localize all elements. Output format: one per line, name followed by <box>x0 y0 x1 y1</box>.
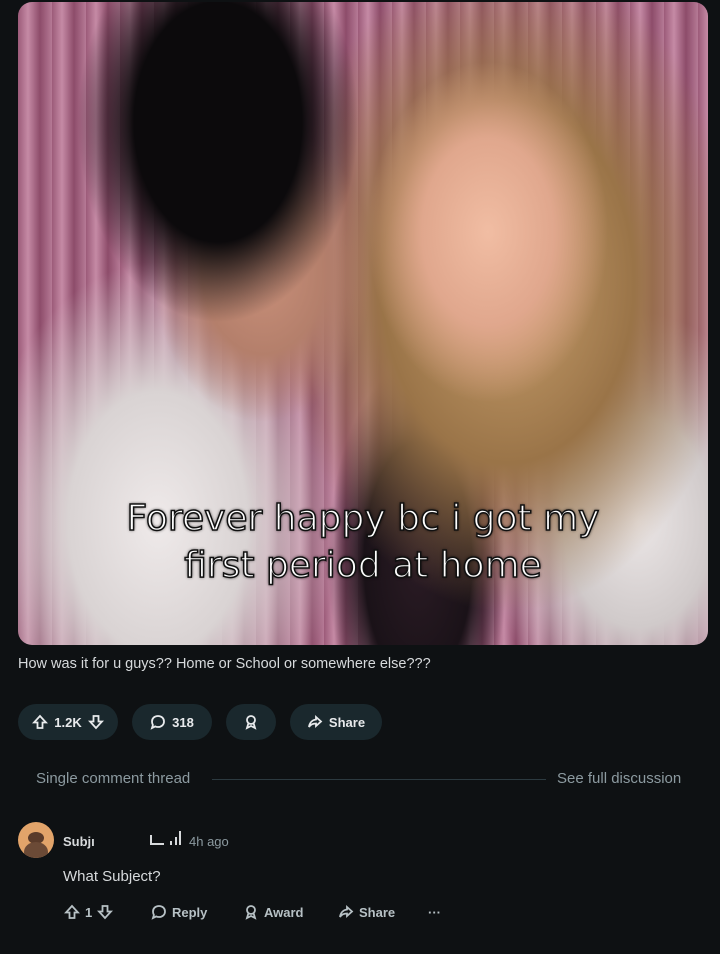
vote-pill: 1.2K <box>18 704 118 740</box>
comment-count: 318 <box>172 714 194 730</box>
arrow-down-icon[interactable] <box>87 714 104 730</box>
see-full-discussion-link[interactable]: See full discussion <box>557 770 681 787</box>
comment-share-button[interactable]: Share <box>338 900 395 924</box>
share-arrow-icon <box>339 904 354 919</box>
speech-bubble-icon <box>151 905 166 920</box>
comment-share-label: Share <box>359 904 396 920</box>
reply-label: Reply <box>172 904 208 920</box>
reply-button[interactable]: Reply <box>151 900 207 924</box>
comment-award-button[interactable]: Award <box>243 900 304 924</box>
image-caption-line-2: first period at home <box>183 544 542 587</box>
user-flair-icon <box>148 831 182 845</box>
award-ribbon-icon <box>245 715 257 730</box>
comment-timestamp: 4h ago <box>189 834 229 849</box>
comments-button[interactable]: 318 <box>132 704 212 740</box>
post-vote-count: 1.2K <box>54 714 82 730</box>
share-arrow-icon <box>308 714 323 729</box>
award-ribbon-icon <box>245 905 257 920</box>
more-options-button[interactable]: ··· <box>428 900 441 924</box>
share-label: Share <box>328 714 366 730</box>
avatar[interactable] <box>18 822 54 858</box>
arrow-up-icon[interactable] <box>64 904 80 920</box>
image-caption-line-1: Forever happy bc i got my <box>126 497 600 540</box>
thread-divider <box>212 779 546 780</box>
arrow-down-icon[interactable] <box>97 904 114 920</box>
thread-label: Single comment thread <box>36 770 191 787</box>
share-button[interactable]: Share <box>290 704 382 740</box>
award-button[interactable] <box>226 704 276 740</box>
comment-vote-count: 1 <box>85 904 93 920</box>
comment-text: What Subject? <box>63 868 161 885</box>
more-options-icon: ··· <box>428 904 441 920</box>
post-image[interactable]: Forever happy bc i got my first period a… <box>18 2 708 645</box>
award-label: Award <box>264 904 304 920</box>
comment-vote-group: 1 <box>64 900 114 924</box>
arrow-up-icon[interactable] <box>32 714 49 730</box>
comment-username[interactable]: Subjı <box>63 834 95 849</box>
speech-bubble-icon <box>150 715 166 730</box>
post-body-text: How was it for u guys?? Home or School o… <box>18 656 431 672</box>
